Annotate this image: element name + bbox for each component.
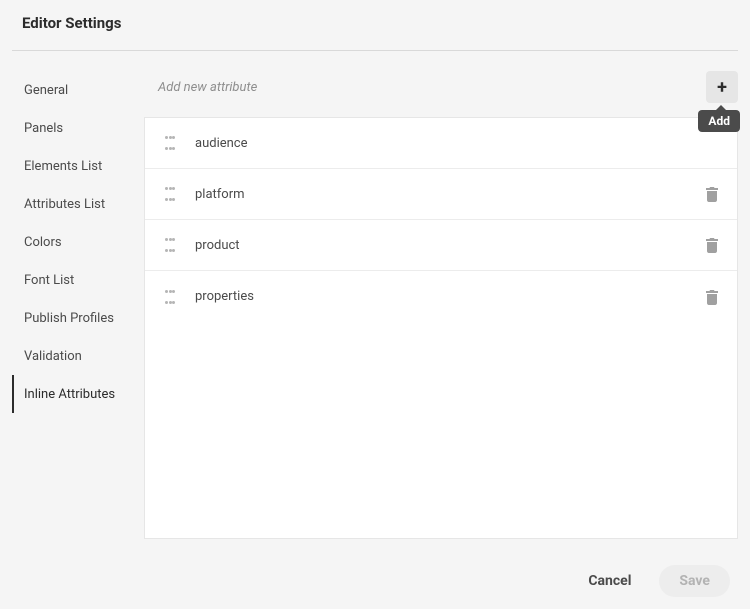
sidebar-item-validation[interactable]: Validation (12, 337, 144, 375)
attribute-label: product (195, 238, 705, 253)
sidebar-item-general[interactable]: General (12, 71, 144, 109)
drag-handle-icon[interactable] (165, 290, 175, 304)
attribute-label: properties (195, 289, 705, 304)
sidebar-item-font-list[interactable]: Font List (12, 261, 144, 299)
add-tooltip: Add (698, 110, 740, 132)
drag-handle-icon[interactable] (165, 136, 175, 150)
sidebar-item-panels[interactable]: Panels (12, 109, 144, 147)
drag-handle-icon[interactable] (165, 187, 175, 201)
delete-button[interactable] (705, 237, 719, 253)
sidebar-item-attributes-list[interactable]: Attributes List (12, 185, 144, 223)
save-button: Save (659, 565, 730, 597)
sidebar-item-publish-profiles[interactable]: Publish Profiles (12, 299, 144, 337)
list-item: audience (145, 118, 737, 169)
list-item: properties (145, 271, 737, 322)
divider (12, 50, 738, 51)
plus-icon: + (717, 77, 727, 98)
cancel-button[interactable]: Cancel (576, 565, 643, 597)
sidebar-item-inline-attributes[interactable]: Inline Attributes (12, 375, 144, 413)
sidebar: General Panels Elements List Attributes … (12, 71, 144, 539)
page-title: Editor Settings (22, 14, 738, 32)
sidebar-item-colors[interactable]: Colors (12, 223, 144, 261)
list-item: product (145, 220, 737, 271)
add-attribute-label: Add new attribute (158, 80, 706, 95)
attribute-label: platform (195, 187, 705, 202)
attribute-label: audience (195, 136, 719, 151)
sidebar-item-elements-list[interactable]: Elements List (12, 147, 144, 185)
attribute-list: audience platform product (144, 117, 738, 539)
add-attribute-button[interactable]: + Add (706, 71, 738, 103)
delete-button[interactable] (705, 289, 719, 305)
drag-handle-icon[interactable] (165, 238, 175, 252)
delete-button[interactable] (705, 186, 719, 202)
list-item: platform (145, 169, 737, 220)
